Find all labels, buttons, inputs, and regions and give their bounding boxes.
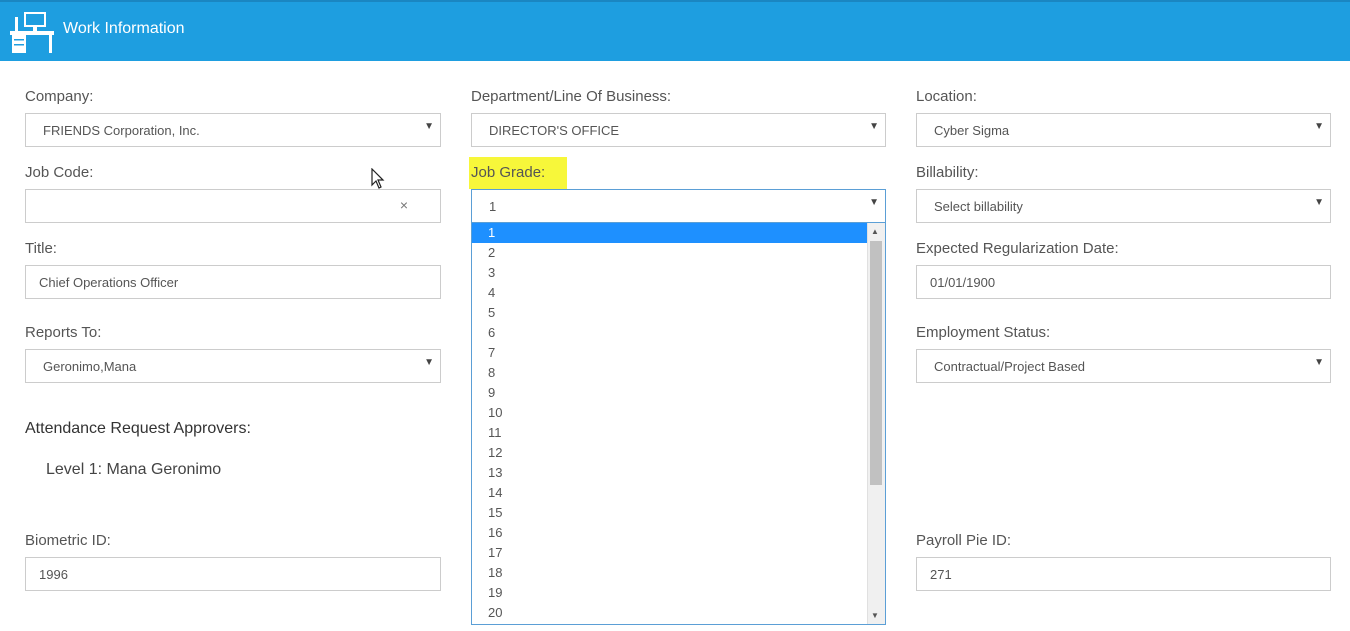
job-grade-option[interactable]: 3 bbox=[472, 263, 868, 283]
job-grade-option[interactable]: 16 bbox=[472, 523, 868, 543]
desk-computer-icon bbox=[10, 12, 54, 53]
chevron-down-icon: ▼ bbox=[869, 197, 879, 208]
job-grade-option[interactable]: 19 bbox=[472, 583, 868, 603]
biometric-id-input[interactable]: 1996 bbox=[25, 557, 441, 591]
job-grade-select[interactable]: 1 ▼ bbox=[471, 189, 886, 223]
chevron-down-icon: ▼ bbox=[1314, 197, 1324, 208]
job-grade-option[interactable]: 15 bbox=[472, 503, 868, 523]
title-label: Title: bbox=[25, 240, 57, 257]
employment-status-label: Employment Status: bbox=[916, 324, 1051, 341]
scroll-up-icon[interactable]: ▲ bbox=[871, 227, 879, 236]
payroll-pie-id-input[interactable]: 271 bbox=[916, 557, 1331, 591]
billability-label: Billability: bbox=[916, 164, 979, 181]
chevron-down-icon: ▼ bbox=[869, 121, 879, 132]
location-value: Cyber Sigma bbox=[934, 123, 1010, 138]
job-grade-option[interactable]: 14 bbox=[472, 483, 868, 503]
job-code-label: Job Code: bbox=[25, 164, 94, 181]
scrollbar-thumb[interactable] bbox=[870, 241, 882, 485]
billability-select[interactable]: Select billability ▼ bbox=[916, 189, 1331, 223]
reports-to-value: Geronimo,Mana bbox=[43, 359, 137, 374]
job-grade-label-wrap: Job Grade: bbox=[469, 157, 568, 189]
biometric-id-value: 1996 bbox=[39, 567, 68, 582]
job-grade-option[interactable]: 2 bbox=[472, 243, 868, 263]
biometric-id-label: Biometric ID: bbox=[25, 532, 111, 549]
job-grade-option[interactable]: 9 bbox=[472, 383, 868, 403]
job-grade-option[interactable]: 12 bbox=[472, 443, 868, 463]
company-select[interactable]: FRIENDS Corporation, Inc. ▼ bbox=[25, 113, 441, 147]
employment-status-value: Contractual/Project Based bbox=[934, 359, 1086, 374]
department-select[interactable]: DIRECTOR'S OFFICE ▼ bbox=[471, 113, 886, 147]
job-grade-value: 1 bbox=[489, 199, 497, 214]
regularization-date-input[interactable]: 01/01/1900 bbox=[916, 265, 1331, 299]
company-value: FRIENDS Corporation, Inc. bbox=[43, 123, 200, 138]
mouse-cursor-icon bbox=[371, 168, 385, 189]
company-label: Company: bbox=[25, 88, 94, 105]
job-grade-option[interactable]: 13 bbox=[472, 463, 868, 483]
header-bar: Work Information bbox=[0, 0, 1350, 61]
job-grade-option[interactable]: 18 bbox=[472, 563, 868, 583]
job-grade-dropdown[interactable]: 1 2 3 4 5 6 7 8 9 10 11 12 13 14 15 16 17 18 19 20 ▲ ▼ bbox=[471, 222, 886, 625]
page-title: Work Information bbox=[63, 20, 185, 37]
title-input[interactable]: Chief Operations Officer bbox=[25, 265, 441, 299]
job-grade-option[interactable]: 20 bbox=[472, 603, 868, 623]
job-grade-label: Job Grade: bbox=[469, 157, 568, 189]
chevron-down-icon: ▼ bbox=[424, 121, 434, 132]
payroll-pie-id-label: Payroll Pie ID: bbox=[916, 532, 1012, 549]
reports-to-select[interactable]: Geronimo,Mana ▼ bbox=[25, 349, 441, 383]
job-grade-option[interactable]: 7 bbox=[472, 343, 868, 363]
reports-to-label: Reports To: bbox=[25, 324, 102, 341]
job-code-select[interactable]: × bbox=[25, 189, 441, 223]
department-value: DIRECTOR'S OFFICE bbox=[489, 123, 620, 138]
approvers-title: Attendance Request Approvers: bbox=[25, 420, 251, 437]
employment-status-select[interactable]: Contractual/Project Based ▼ bbox=[916, 349, 1331, 383]
location-select[interactable]: Cyber Sigma ▼ bbox=[916, 113, 1331, 147]
job-grade-option[interactable]: 8 bbox=[472, 363, 868, 383]
chevron-down-icon: ▼ bbox=[1314, 121, 1324, 132]
payroll-pie-id-value: 271 bbox=[930, 567, 952, 582]
scroll-down-icon[interactable]: ▼ bbox=[871, 611, 879, 620]
title-value: Chief Operations Officer bbox=[39, 275, 179, 290]
job-grade-option[interactable]: 17 bbox=[472, 543, 868, 563]
chevron-down-icon: ▼ bbox=[1314, 357, 1324, 368]
job-grade-option[interactable]: 4 bbox=[472, 283, 868, 303]
approver-level-1: Level 1: Mana Geronimo bbox=[46, 461, 222, 478]
department-label: Department/Line Of Business: bbox=[471, 88, 672, 105]
job-grade-options: 1 2 3 4 5 6 7 8 9 10 11 12 13 14 15 16 17 18 19 20 bbox=[472, 223, 868, 623]
job-grade-option[interactable]: 11 bbox=[472, 423, 868, 443]
dropdown-scrollbar[interactable]: ▲ ▼ bbox=[867, 223, 885, 624]
job-grade-option[interactable]: 1 bbox=[472, 223, 868, 243]
job-grade-option[interactable]: 10 bbox=[472, 403, 868, 423]
job-grade-option[interactable]: 6 bbox=[472, 323, 868, 343]
clear-icon[interactable]: × bbox=[400, 197, 408, 213]
billability-value: Select billability bbox=[934, 199, 1023, 214]
job-grade-option[interactable]: 5 bbox=[472, 303, 868, 323]
regularization-label: Expected Regularization Date: bbox=[916, 240, 1119, 257]
chevron-down-icon: ▼ bbox=[424, 357, 434, 368]
regularization-value: 01/01/1900 bbox=[930, 275, 996, 290]
location-label: Location: bbox=[916, 88, 977, 105]
